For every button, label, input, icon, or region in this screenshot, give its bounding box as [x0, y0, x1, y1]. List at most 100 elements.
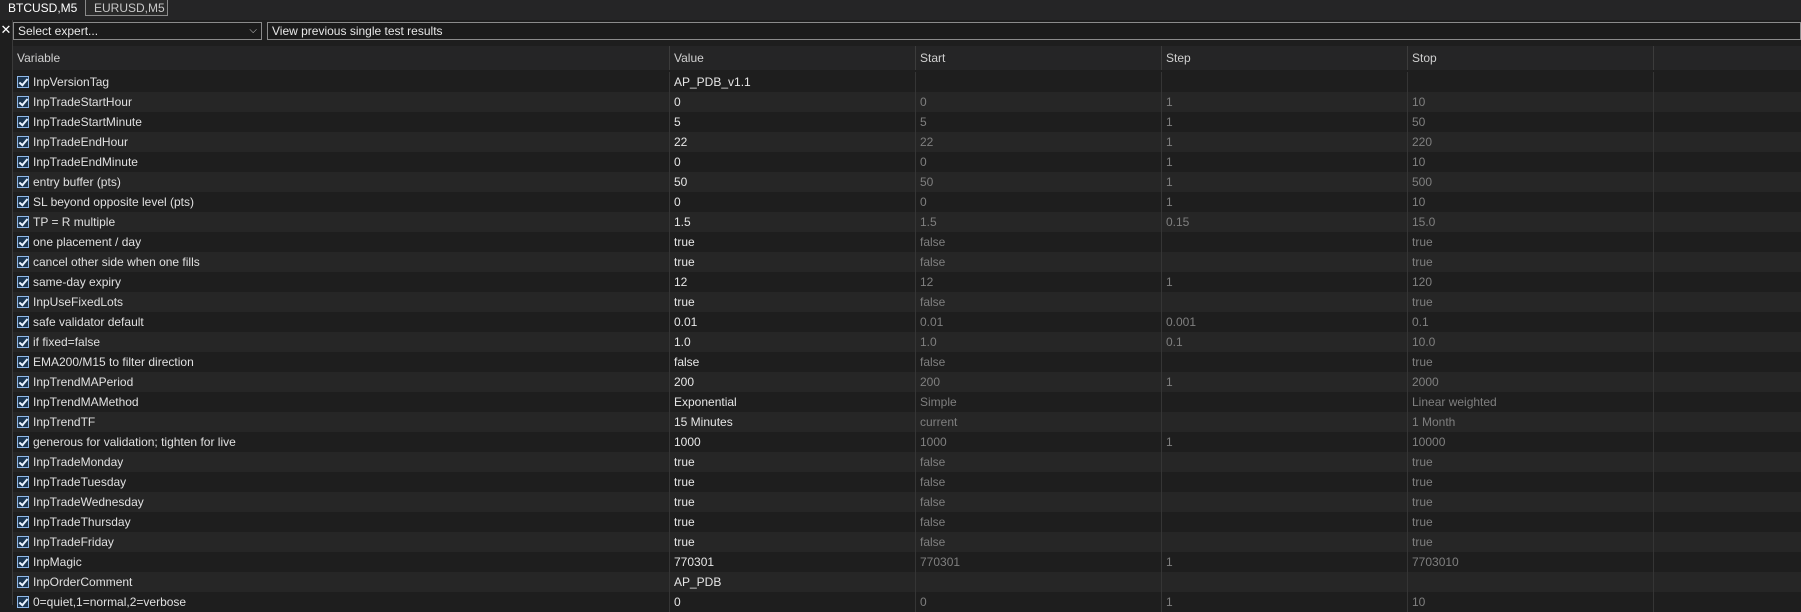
step-cell[interactable]: 0.1 — [1162, 332, 1408, 352]
value-cell[interactable]: true — [670, 452, 916, 472]
value-cell[interactable]: false — [670, 352, 916, 372]
step-cell[interactable] — [1162, 452, 1408, 472]
column-header-value[interactable]: Value — [670, 46, 916, 70]
step-cell[interactable]: 1 — [1162, 432, 1408, 452]
start-cell[interactable]: 50 — [916, 172, 1162, 192]
stop-cell[interactable]: 2000 — [1408, 372, 1654, 392]
step-cell[interactable]: 1 — [1162, 152, 1408, 172]
stop-cell[interactable]: 1 Month — [1408, 412, 1654, 432]
stop-cell[interactable]: true — [1408, 492, 1654, 512]
column-header-start[interactable]: Start — [916, 46, 1162, 70]
start-cell[interactable]: 0.01 — [916, 312, 1162, 332]
value-cell[interactable]: true — [670, 232, 916, 252]
value-cell[interactable]: 50 — [670, 172, 916, 192]
stop-cell[interactable]: true — [1408, 532, 1654, 552]
stop-cell[interactable]: true — [1408, 292, 1654, 312]
table-row[interactable]: one placement / day true false true — [13, 232, 1801, 252]
table-row[interactable]: if fixed=false 1.0 1.0 0.1 10.0 — [13, 332, 1801, 352]
start-cell[interactable]: false — [916, 472, 1162, 492]
start-cell[interactable]: 0 — [916, 192, 1162, 212]
tab-eurusd-m5[interactable]: EURUSD,M5 — [85, 0, 168, 16]
stop-cell[interactable]: 50 — [1408, 112, 1654, 132]
table-row[interactable]: InpTrendMAMethod Exponential Simple Linear … — [13, 392, 1801, 412]
stop-cell[interactable]: 500 — [1408, 172, 1654, 192]
start-cell[interactable]: 22 — [916, 132, 1162, 152]
step-cell[interactable] — [1162, 572, 1408, 592]
step-cell[interactable]: 0.15 — [1162, 212, 1408, 232]
value-cell[interactable]: Exponential — [670, 392, 916, 412]
value-cell[interactable]: 200 — [670, 372, 916, 392]
table-row[interactable]: InpTradeEndMinute 0 0 1 10 — [13, 152, 1801, 172]
table-row[interactable]: InpTradeStartHour 0 0 1 10 — [13, 92, 1801, 112]
value-cell[interactable]: true — [670, 492, 916, 512]
table-row[interactable]: TP = R multiple 1.5 1.5 0.15 15.0 — [13, 212, 1801, 232]
step-cell[interactable]: 1 — [1162, 92, 1408, 112]
view-previous-results-button[interactable]: View previous single test results — [267, 22, 1801, 40]
stop-cell[interactable]: true — [1408, 352, 1654, 372]
table-row[interactable]: InpVersionTag AP_PDB_v1.1 — [13, 72, 1801, 92]
value-cell[interactable]: 0 — [670, 152, 916, 172]
step-cell[interactable] — [1162, 352, 1408, 372]
table-row[interactable]: InpTrendTF 15 Minutes current 1 Month — [13, 412, 1801, 432]
value-cell[interactable]: 770301 — [670, 552, 916, 572]
stop-cell[interactable]: 0.1 — [1408, 312, 1654, 332]
table-row[interactable]: cancel other side when one fills true fals… — [13, 252, 1801, 272]
stop-cell[interactable]: 15.0 — [1408, 212, 1654, 232]
stop-cell[interactable]: true — [1408, 452, 1654, 472]
column-header-step[interactable]: Step — [1162, 46, 1408, 70]
table-row[interactable]: InpTradeFriday true false true — [13, 532, 1801, 552]
tab-btcusd-m5[interactable]: BTCUSD,M5 — [0, 0, 77, 16]
column-header-stop[interactable]: Stop — [1408, 46, 1654, 70]
value-cell[interactable]: 5 — [670, 112, 916, 132]
stop-cell[interactable]: 10 — [1408, 592, 1654, 612]
table-row[interactable]: InpOrderComment AP_PDB — [13, 572, 1801, 592]
start-cell[interactable]: 1.5 — [916, 212, 1162, 232]
value-cell[interactable]: AP_PDB — [670, 572, 916, 592]
step-cell[interactable]: 1 — [1162, 372, 1408, 392]
table-row[interactable]: EMA200/M15 to filter direction false false… — [13, 352, 1801, 372]
start-cell[interactable]: false — [916, 232, 1162, 252]
table-row[interactable]: same-day expiry 12 12 1 120 — [13, 272, 1801, 292]
start-cell[interactable]: false — [916, 252, 1162, 272]
step-cell[interactable] — [1162, 412, 1408, 432]
start-cell[interactable]: 0 — [916, 92, 1162, 112]
value-cell[interactable]: 1.5 — [670, 212, 916, 232]
step-cell[interactable] — [1162, 292, 1408, 312]
start-cell[interactable]: 1000 — [916, 432, 1162, 452]
table-row[interactable]: InpTradeTuesday true false true — [13, 472, 1801, 492]
stop-cell[interactable] — [1408, 572, 1654, 592]
value-cell[interactable]: 0 — [670, 192, 916, 212]
value-cell[interactable]: true — [670, 472, 916, 492]
step-cell[interactable]: 0.001 — [1162, 312, 1408, 332]
value-cell[interactable]: true — [670, 252, 916, 272]
start-cell[interactable]: false — [916, 352, 1162, 372]
step-cell[interactable] — [1162, 392, 1408, 412]
start-cell[interactable]: 5 — [916, 112, 1162, 132]
step-cell[interactable] — [1162, 472, 1408, 492]
step-cell[interactable] — [1162, 232, 1408, 252]
value-cell[interactable]: 0 — [670, 592, 916, 612]
start-cell[interactable]: 1.0 — [916, 332, 1162, 352]
start-cell[interactable]: Simple — [916, 392, 1162, 412]
start-cell[interactable] — [916, 572, 1162, 592]
start-cell[interactable]: false — [916, 292, 1162, 312]
step-cell[interactable]: 1 — [1162, 592, 1408, 612]
start-cell[interactable]: 0 — [916, 592, 1162, 612]
start-cell[interactable]: 770301 — [916, 552, 1162, 572]
step-cell[interactable]: 1 — [1162, 172, 1408, 192]
column-header-variable[interactable]: Variable — [13, 46, 670, 70]
step-cell[interactable]: 1 — [1162, 272, 1408, 292]
value-cell[interactable]: true — [670, 532, 916, 552]
stop-cell[interactable]: true — [1408, 252, 1654, 272]
start-cell[interactable]: false — [916, 452, 1162, 472]
start-cell[interactable]: 12 — [916, 272, 1162, 292]
start-cell[interactable]: current — [916, 412, 1162, 432]
table-row[interactable]: entry buffer (pts) 50 50 1 500 — [13, 172, 1801, 192]
stop-cell[interactable]: 10 — [1408, 192, 1654, 212]
stop-cell[interactable]: 10000 — [1408, 432, 1654, 452]
stop-cell[interactable]: 10 — [1408, 152, 1654, 172]
stop-cell[interactable]: 220 — [1408, 132, 1654, 152]
table-row[interactable]: 0=quiet,1=normal,2=verbose 0 0 1 10 — [13, 592, 1801, 612]
value-cell[interactable]: 12 — [670, 272, 916, 292]
value-cell[interactable]: true — [670, 292, 916, 312]
